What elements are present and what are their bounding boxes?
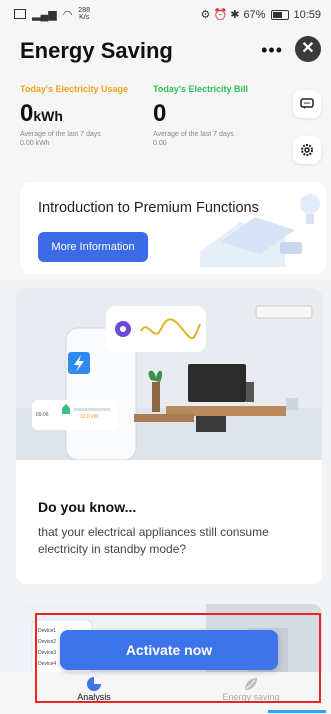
bill-value: 0 [153, 100, 167, 127]
tab-energy-saving[interactable]: Energy saving [191, 676, 311, 702]
close-icon[interactable]: ✕ [295, 36, 321, 62]
wifi-icon: ◠ [62, 8, 73, 21]
battery-level: 67% [243, 8, 266, 21]
tab-label: Energy saving [222, 692, 280, 702]
tip-text: that your electrical appliances still co… [38, 525, 269, 556]
clock: 10:59 [293, 8, 321, 21]
bill-stat: Today's Electricity Bill 0 Average of th… [153, 84, 278, 148]
sim-icon [14, 9, 26, 19]
premium-illustration [200, 194, 320, 267]
tab-analysis[interactable]: Analysis [34, 676, 154, 702]
activate-now-button[interactable]: Activate now [60, 630, 278, 670]
device-list: Device1 Device2 Device3 Device4 [38, 626, 56, 670]
tip-title: Do you know... [38, 499, 137, 515]
network-speed: 288 K/s [78, 7, 91, 21]
device-item: Device2 [38, 639, 57, 645]
settings-button[interactable] [293, 136, 321, 164]
device-item: Device4 [38, 661, 57, 667]
more-information-button[interactable]: More Information [38, 232, 148, 262]
usage-unit: kWh [33, 108, 63, 124]
usage-average: Average of the last 7 days 0.00 kWh [20, 131, 101, 147]
tip-card: 09:06 33.0 kW Do you know... that your e… [16, 288, 322, 584]
premium-banner[interactable]: Introduction to Premium Functions More I… [20, 182, 326, 274]
usage-value: 0kWh [20, 100, 63, 127]
usage-stat: Today's Electricity Usage 0kWh Average o… [20, 84, 145, 148]
page-title: Energy Saving [20, 38, 173, 63]
device-item: Device1 [38, 628, 57, 634]
gear-icon [301, 144, 313, 156]
bottom-tab-bar: Analysis Energy saving [0, 672, 331, 714]
app-header: Energy Saving ••• ✕ [0, 30, 331, 70]
bill-average: Average of the last 7 days 0.00 [153, 131, 234, 147]
bill-label: Today's Electricity Bill [153, 84, 249, 94]
premium-title: Introduction to Premium Functions [38, 200, 259, 216]
standby-illustration: 09:06 33.0 kW [16, 288, 322, 461]
leaf-icon [245, 678, 257, 690]
pie-chart-icon [87, 677, 101, 691]
battery-icon [271, 9, 290, 20]
scene-reading: 33.0 kW [80, 414, 99, 420]
tab-label: Analysis [77, 692, 111, 702]
more-dots-icon[interactable]: ••• [261, 40, 283, 61]
signal-icon: ▂▄▆ [32, 8, 57, 21]
usage-label: Today's Electricity Usage [20, 84, 129, 94]
accent-line [268, 710, 326, 713]
feedback-button[interactable] [293, 90, 321, 118]
status-bar: ▂▄▆ ◠ 288 K/s ⚙ ⏰ ✱ 67% 10:59 [0, 0, 331, 30]
scene-time: 09:06 [36, 412, 49, 418]
device-item: Device3 [38, 650, 57, 656]
status-icons: ⚙ ⏰ ✱ [200, 9, 240, 21]
message-icon [300, 98, 314, 109]
stats-section: Today's Electricity Usage 0kWh Average o… [0, 70, 331, 280]
